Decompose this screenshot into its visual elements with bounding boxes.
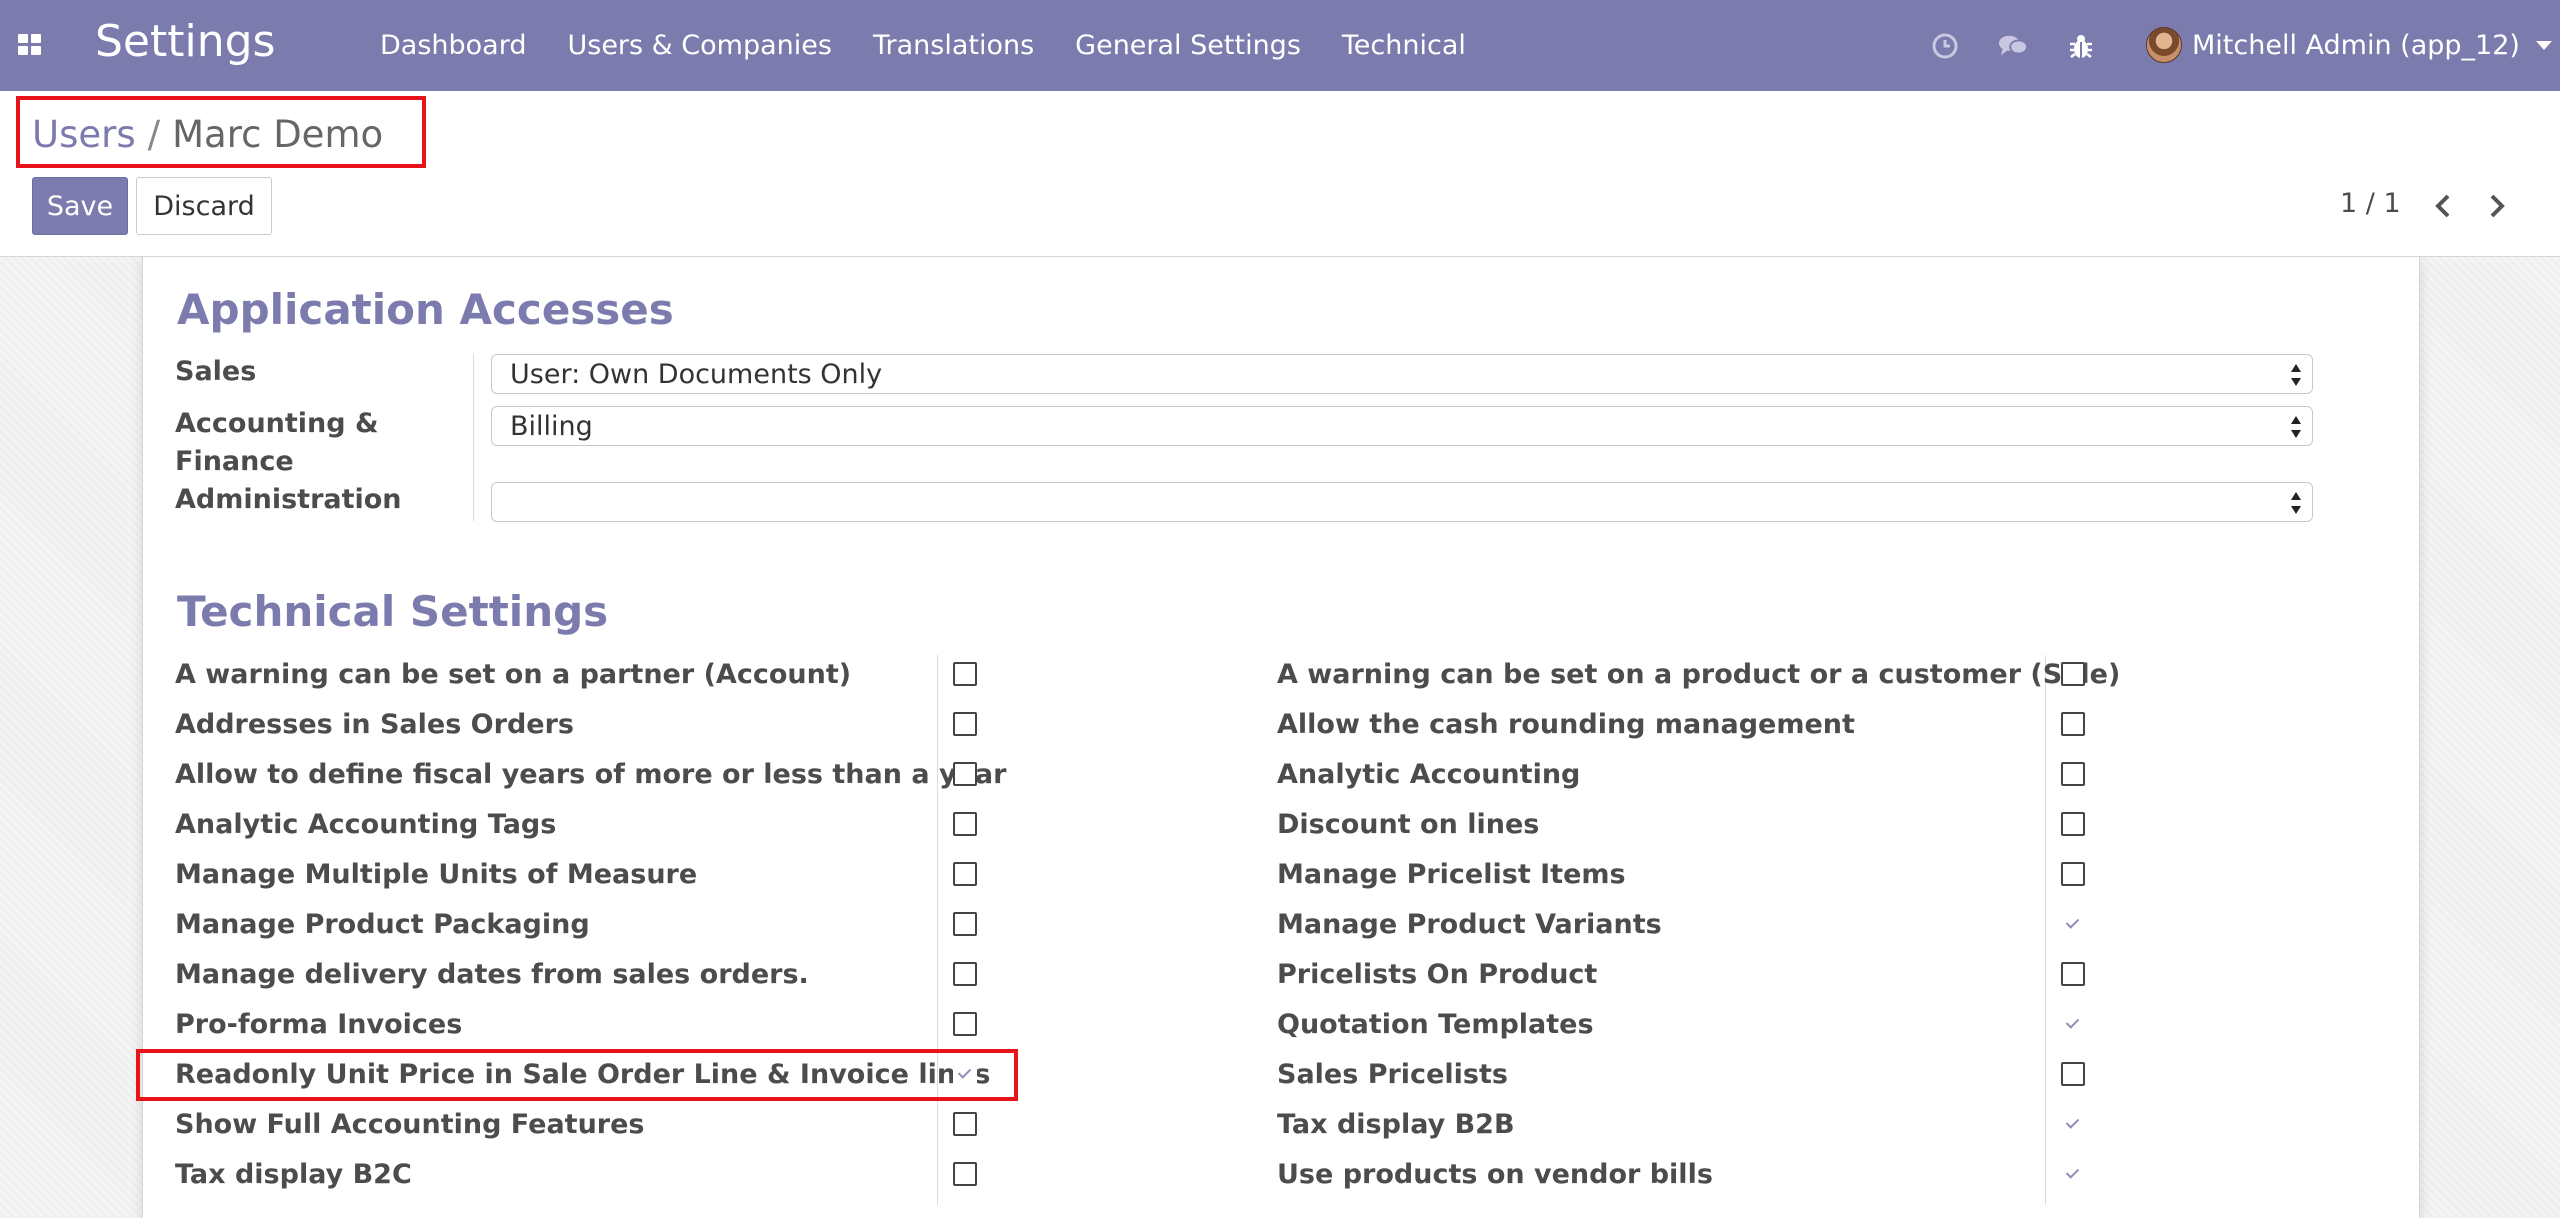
setting-checkbox[interactable]: [2061, 962, 2085, 986]
form-content: Application Accesses Sales Accounting & …: [0, 257, 2560, 1218]
accounting-access-select[interactable]: Billing: [491, 406, 2313, 446]
menu-general-settings[interactable]: General Settings: [1075, 30, 1301, 61]
left-column-divider: [937, 655, 938, 1205]
setting-checkbox[interactable]: [953, 1012, 977, 1036]
setting-checkbox[interactable]: [2061, 862, 2085, 886]
form-sheet: Application Accesses Sales Accounting & …: [142, 257, 2420, 1218]
setting-checkbox[interactable]: [2061, 812, 2085, 836]
apps-grid-icon[interactable]: [18, 34, 44, 56]
setting-checkbox[interactable]: [953, 662, 977, 686]
setting-checkbox[interactable]: [953, 812, 977, 836]
setting-label: Manage delivery dates from sales orders.: [175, 959, 809, 990]
setting-checkbox[interactable]: [953, 912, 977, 936]
setting-checkbox[interactable]: [953, 1162, 977, 1186]
setting-checkbox[interactable]: [953, 962, 977, 986]
setting-label: Tax display B2C: [175, 1159, 412, 1190]
setting-label: Tax display B2B: [1277, 1109, 1515, 1140]
setting-checkbox[interactable]: [2061, 762, 2085, 786]
setting-label: Use products on vendor bills: [1277, 1159, 1713, 1190]
setting-label: Addresses in Sales Orders: [175, 709, 574, 740]
setting-checkbox[interactable]: [953, 1112, 977, 1136]
sales-access-select[interactable]: User: Own Documents Only: [491, 354, 2313, 394]
setting-label: Pro-forma Invoices: [175, 1009, 463, 1040]
discard-button[interactable]: Discard: [136, 177, 272, 235]
setting-checkbox[interactable]: [2061, 712, 2085, 736]
setting-label: Manage Product Packaging: [175, 909, 590, 940]
bug-icon[interactable]: [2066, 31, 2096, 61]
clock-icon[interactable]: [1930, 31, 1960, 61]
field-label-sales: Sales: [175, 356, 257, 387]
setting-label: Sales Pricelists: [1277, 1059, 1508, 1090]
setting-checkbox[interactable]: [953, 762, 977, 786]
menu-technical[interactable]: Technical: [1342, 30, 1466, 61]
setting-checkbox[interactable]: [953, 862, 977, 886]
top-navbar: Settings Dashboard Users & Companies Tra…: [0, 0, 2560, 92]
administration-access-select[interactable]: [491, 482, 2313, 522]
user-menu[interactable]: Mitchell Admin (app_12): [2146, 24, 2552, 66]
setting-label: Allow the cash rounding management: [1277, 709, 1855, 740]
pager-previous-icon[interactable]: [2428, 190, 2458, 222]
setting-label-readonly-unit-price: Readonly Unit Price in Sale Order Line &…: [175, 1059, 991, 1090]
setting-checkbox[interactable]: [2061, 912, 2085, 936]
setting-label: Pricelists On Product: [1277, 959, 1598, 990]
pager-value: 1 / 1: [2340, 188, 2401, 219]
breadcrumb: Users / Marc Demo: [32, 113, 383, 156]
accounting-access-value: Billing: [510, 410, 593, 442]
save-button[interactable]: Save: [32, 177, 128, 235]
setting-checkbox[interactable]: [2061, 662, 2085, 686]
main-menu: Dashboard Users & Companies Translations…: [380, 0, 1507, 91]
setting-label: Manage Pricelist Items: [1277, 859, 1626, 890]
breadcrumb-users-link[interactable]: Users: [32, 113, 136, 156]
setting-label: Quotation Templates: [1277, 1009, 1594, 1040]
setting-checkbox[interactable]: [2061, 1062, 2085, 1086]
menu-translations[interactable]: Translations: [873, 30, 1034, 61]
setting-label: Show Full Accounting Features: [175, 1109, 645, 1140]
menu-users-companies[interactable]: Users & Companies: [567, 30, 831, 61]
select-arrows-icon: [2290, 414, 2302, 440]
avatar: [2146, 27, 2182, 63]
select-arrows-icon: [2290, 490, 2302, 516]
setting-checkbox[interactable]: [2061, 1012, 2085, 1036]
sales-access-value: User: Own Documents Only: [510, 358, 883, 390]
menu-dashboard[interactable]: Dashboard: [380, 30, 526, 61]
systray: [1930, 28, 2134, 64]
setting-checkbox[interactable]: [2061, 1112, 2085, 1136]
setting-label: Manage Multiple Units of Measure: [175, 859, 698, 890]
breadcrumb-current: Marc Demo: [172, 113, 384, 156]
control-panel: Users / Marc Demo: [0, 91, 2560, 257]
setting-label: Discount on lines: [1277, 809, 1540, 840]
chat-icon[interactable]: [1998, 31, 2028, 61]
setting-checkbox[interactable]: [953, 712, 977, 736]
setting-label: Analytic Accounting Tags: [175, 809, 557, 840]
setting-checkbox-readonly-unit-price[interactable]: [953, 1062, 977, 1086]
technical-settings-title: Technical Settings: [177, 587, 609, 636]
field-label-administration: Administration: [175, 484, 402, 515]
setting-checkbox[interactable]: [2061, 1162, 2085, 1186]
application-accesses-title: Application Accesses: [177, 285, 674, 334]
setting-label: A warning can be set on a partner (Accou…: [175, 659, 852, 690]
setting-label: Allow to define fiscal years of more or …: [175, 759, 1007, 790]
right-column-divider: [2045, 655, 2046, 1205]
field-label-accounting: Accounting & Finance: [175, 408, 379, 477]
field-divider: [473, 353, 474, 521]
setting-label: Analytic Accounting: [1277, 759, 1581, 790]
setting-label: Manage Product Variants: [1277, 909, 1662, 940]
chevron-down-icon: [2535, 40, 2552, 50]
setting-label: A warning can be set on a product or a c…: [1277, 659, 2121, 690]
breadcrumb-separator: /: [147, 113, 161, 156]
select-arrows-icon: [2290, 362, 2302, 388]
app-title: Settings: [95, 16, 276, 67]
pager-next-icon[interactable]: [2482, 190, 2512, 222]
user-name: Mitchell Admin (app_12): [2192, 29, 2520, 61]
